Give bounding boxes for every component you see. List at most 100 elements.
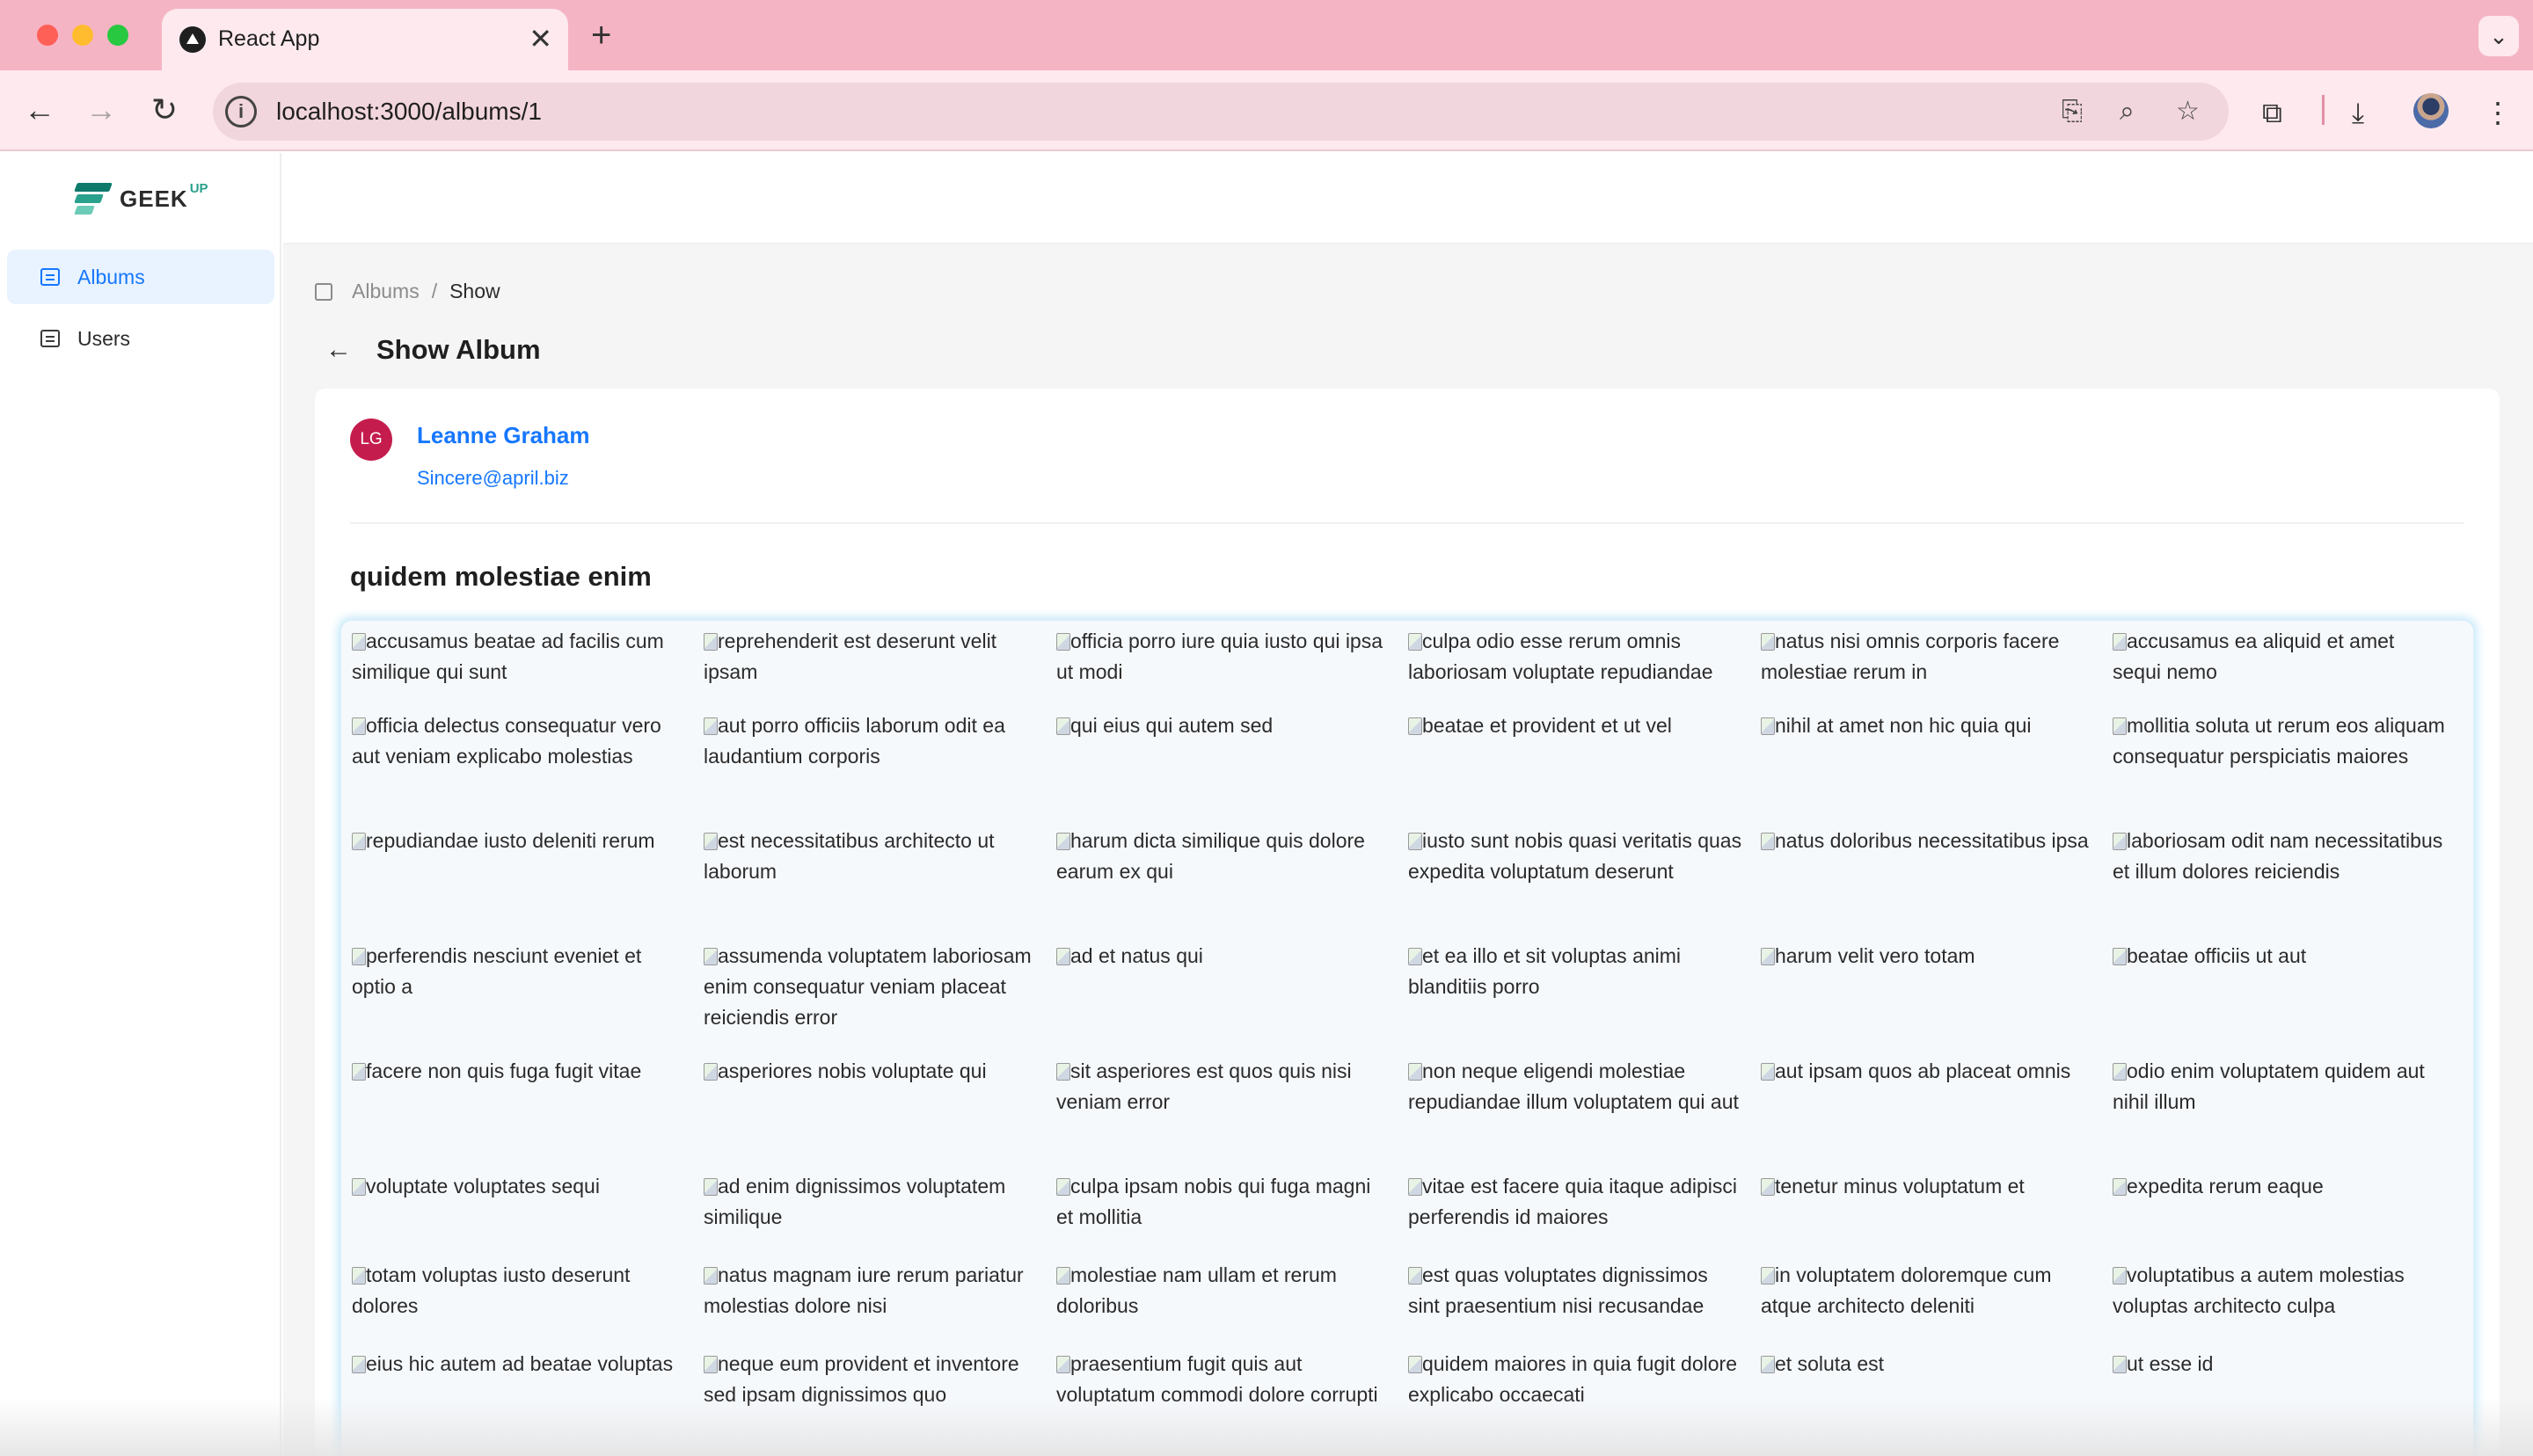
album-photo[interactable]: perferendis nesciunt eveniet et optio a <box>352 941 686 1002</box>
album-photo[interactable]: est necessitatibus architecto ut laborum <box>704 826 1038 887</box>
forward-arrow-icon[interactable]: → <box>79 88 123 132</box>
maximize-window-button[interactable] <box>107 25 128 46</box>
album-photo[interactable]: reprehenderit est deserunt velit ipsam <box>704 626 1038 688</box>
address-bar[interactable]: i localhost:3000/albums/1 ⎘ ⌕ ☆ <box>213 83 2229 141</box>
album-photo[interactable]: beatae officiis ut aut <box>2113 941 2447 972</box>
photo-alt-text: beatae officiis ut aut <box>2127 944 2307 967</box>
reload-icon[interactable]: ↻ <box>142 88 186 132</box>
album-photo[interactable]: assumenda voluptatem laboriosam enim con… <box>704 941 1038 1033</box>
url-text[interactable]: localhost:3000/albums/1 <box>276 98 542 126</box>
breadcrumb-separator: / <box>431 280 438 302</box>
broken-image-icon <box>1761 833 1775 850</box>
minimize-window-button[interactable] <box>72 25 93 46</box>
album-photo[interactable]: aut ipsam quos ab placeat omnis <box>1761 1056 2095 1087</box>
broken-image-icon <box>704 1063 718 1081</box>
album-photo[interactable]: ut esse id <box>2113 1349 2447 1380</box>
translate-icon[interactable]: ⎘ <box>2062 95 2083 128</box>
album-title: quidem molestiae enim <box>350 561 652 592</box>
album-photo[interactable]: in voluptatem doloremque cum atque archi… <box>1761 1260 2095 1321</box>
new-tab-button[interactable]: + <box>591 16 611 55</box>
album-photo[interactable]: harum dicta similique quis dolore earum … <box>1056 826 1391 887</box>
breadcrumb-albums-link[interactable]: Albums <box>352 280 420 303</box>
album-photo[interactable]: facere non quis fuga fugit vitae <box>352 1056 686 1087</box>
divider <box>350 522 2464 524</box>
broken-image-icon <box>1761 717 1775 735</box>
album-photo[interactable]: iusto sunt nobis quasi veritatis quas ex… <box>1408 826 1742 887</box>
photo-alt-text: sit asperiores est quos quis nisi veniam… <box>1056 1059 1352 1113</box>
profile-avatar[interactable] <box>2413 93 2449 128</box>
photo-alt-text: qui eius qui autem sed <box>1070 714 1274 737</box>
tab-search-menu-button[interactable]: ⌄ <box>2478 16 2519 56</box>
album-photo[interactable]: aut porro officiis laborum odit ea lauda… <box>704 710 1038 772</box>
album-photo[interactable]: est quas voluptates dignissimos sint pra… <box>1408 1260 1742 1321</box>
broken-image-icon <box>2113 1356 2127 1373</box>
back-arrow-icon[interactable]: ← <box>18 88 62 132</box>
broken-image-icon <box>2113 1267 2127 1285</box>
album-photo[interactable]: nihil at amet non hic quia qui <box>1761 710 2095 741</box>
album-photo[interactable]: laboriosam odit nam necessitatibus et il… <box>2113 826 2447 887</box>
react-app-favicon-icon <box>179 26 206 53</box>
photo-alt-text: culpa ipsam nobis qui fuga magni et moll… <box>1056 1175 1371 1228</box>
album-photo[interactable]: culpa odio esse rerum omnis laboriosam v… <box>1408 626 1742 688</box>
logo-superscript: UP <box>189 180 208 196</box>
sidebar-item-label: Users <box>77 326 131 350</box>
back-arrow-icon[interactable]: ← <box>325 335 352 365</box>
album-photo[interactable]: accusamus ea aliquid et amet sequi nemo <box>2113 626 2447 688</box>
browser-menu-icon[interactable]: ⋮ <box>2484 95 2512 130</box>
sidebar-item-users[interactable]: Users <box>7 311 274 366</box>
album-photo[interactable]: harum velit vero totam <box>1761 941 2095 972</box>
album-photo[interactable]: ad enim dignissimos voluptatem similique <box>704 1171 1038 1233</box>
album-photo[interactable]: culpa ipsam nobis qui fuga magni et moll… <box>1056 1171 1391 1233</box>
album-photo[interactable]: molestiae nam ullam et rerum doloribus <box>1056 1260 1391 1321</box>
sidebar-item-albums[interactable]: Albums <box>7 250 274 304</box>
album-photo[interactable]: totam voluptas iusto deserunt dolores <box>352 1260 686 1321</box>
album-photo[interactable]: officia delectus consequatur vero aut ve… <box>352 710 686 772</box>
album-photo[interactable]: natus doloribus necessitatibus ipsa <box>1761 826 2095 856</box>
photo-alt-text: expedita rerum eaque <box>2127 1175 2324 1198</box>
browser-toolbar: ← → ↻ i localhost:3000/albums/1 ⎘ ⌕ ☆ ⧉ … <box>0 70 2533 151</box>
album-photo[interactable]: officia porro iure quia iusto qui ipsa u… <box>1056 626 1391 688</box>
album-photo[interactable]: sit asperiores est quos quis nisi veniam… <box>1056 1056 1391 1117</box>
broken-image-icon <box>1761 633 1775 651</box>
site-info-icon[interactable]: i <box>225 96 257 127</box>
photo-alt-text: harum dicta similique quis dolore earum … <box>1056 829 1365 883</box>
album-photo[interactable]: repudiandae iusto deleniti rerum <box>352 826 686 856</box>
download-icon[interactable]: ⤓ <box>2352 95 2364 130</box>
album-photo[interactable]: expedita rerum eaque <box>2113 1171 2447 1202</box>
photo-alt-text: ut esse id <box>2127 1352 2214 1375</box>
photo-grid: accusamus beatae ad facilis cum similiqu… <box>339 619 2475 1456</box>
broken-image-icon <box>352 1267 366 1285</box>
album-photo[interactable]: voluptatibus a autem molestias voluptas … <box>2113 1260 2447 1321</box>
album-photo[interactable]: natus magnam iure rerum pariatur molesti… <box>704 1260 1038 1321</box>
photo-alt-text: natus magnam iure rerum pariatur molesti… <box>704 1263 1024 1317</box>
photo-alt-text: natus doloribus necessitatibus ipsa <box>1775 829 2089 852</box>
album-photo[interactable]: et ea illo et sit voluptas animi blandit… <box>1408 941 1742 1002</box>
album-photo[interactable]: voluptate voluptates sequi <box>352 1171 686 1202</box>
album-list-icon <box>315 282 332 301</box>
album-photo[interactable]: natus nisi omnis corporis facere molesti… <box>1761 626 2095 688</box>
zoom-icon[interactable]: ⌕ <box>2120 95 2135 128</box>
album-photo[interactable]: accusamus beatae ad facilis cum similiqu… <box>352 626 686 688</box>
album-photo[interactable]: beatae et provident et ut vel <box>1408 710 1742 741</box>
album-photo[interactable]: qui eius qui autem sed <box>1056 710 1391 741</box>
browser-tab[interactable]: React App ✕ <box>162 9 568 70</box>
sidebar: GEEK UP Albums Users <box>0 153 281 1456</box>
album-photo[interactable]: non neque eligendi molestiae repudiandae… <box>1408 1056 1742 1117</box>
close-window-button[interactable] <box>37 25 58 46</box>
user-name-link[interactable]: Leanne Graham <box>417 422 590 449</box>
album-photo[interactable]: et soluta est <box>1761 1349 2095 1380</box>
broken-image-icon <box>1761 1063 1775 1081</box>
broken-image-icon <box>1408 1178 1422 1196</box>
extensions-puzzle-icon[interactable]: ⧉ <box>2262 95 2282 130</box>
bookmark-star-icon[interactable]: ☆ <box>2176 95 2200 128</box>
album-photo[interactable]: ad et natus qui <box>1056 941 1391 972</box>
album-photo[interactable]: eius hic autem ad beatae voluptas <box>352 1349 686 1380</box>
album-photo[interactable]: tenetur minus voluptatum et <box>1761 1171 2095 1202</box>
album-list-icon <box>40 268 60 286</box>
album-photo[interactable]: mollitia soluta ut rerum eos aliquam con… <box>2113 710 2447 772</box>
user-email-link[interactable]: Sincere@april.biz <box>417 467 569 490</box>
album-photo[interactable]: odio enim voluptatem quidem aut nihil il… <box>2113 1056 2447 1117</box>
tab-close-icon[interactable]: ✕ <box>529 21 552 56</box>
album-photo[interactable]: vitae est facere quia itaque adipisci pe… <box>1408 1171 1742 1233</box>
album-photo[interactable]: asperiores nobis voluptate qui <box>704 1056 1038 1087</box>
